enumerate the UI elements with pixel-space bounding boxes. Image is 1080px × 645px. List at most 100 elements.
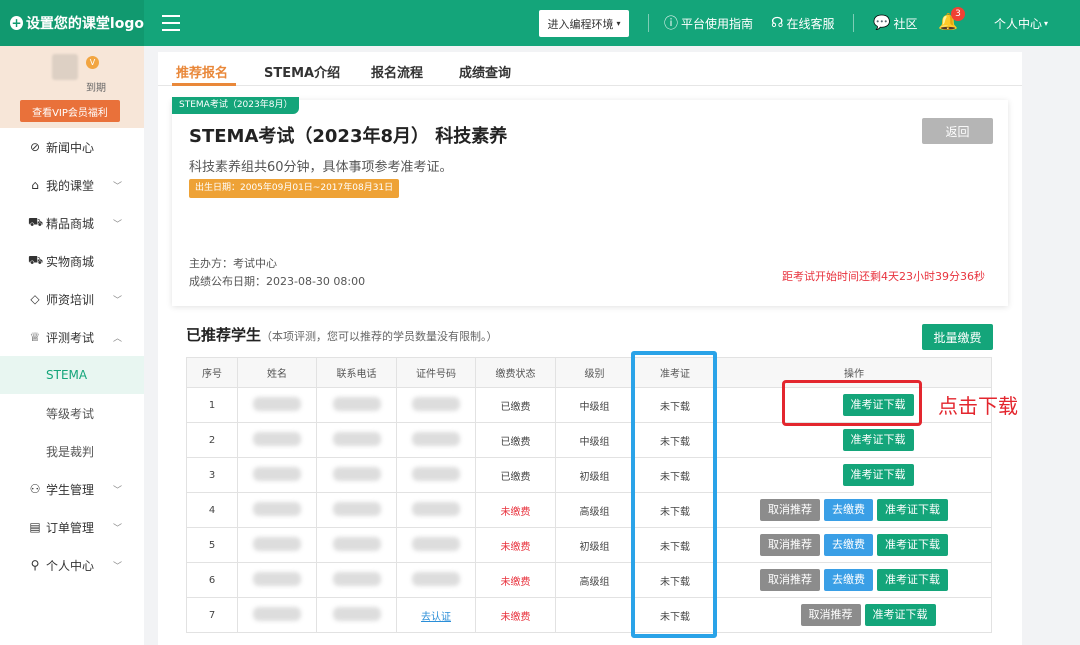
order-icon: ▤ bbox=[29, 520, 41, 534]
pay-status: 已缴费 bbox=[475, 457, 556, 493]
pay-status: 未缴费 bbox=[475, 527, 556, 563]
sidebar-item-grade-exam[interactable]: 等级考试 bbox=[0, 394, 144, 432]
student-name-redacted bbox=[237, 562, 317, 598]
verify-id-link[interactable]: 去认证 bbox=[421, 612, 451, 623]
cart-icon: ⛟ bbox=[28, 253, 44, 267]
col-header: 联系电话 bbox=[316, 357, 397, 388]
online-service-link[interactable]: ☊ 在线客服 bbox=[771, 14, 834, 32]
tab-bar: 推荐报名 STEMA介绍 报名流程 成绩查询 bbox=[158, 52, 1022, 86]
service-label: 在线客服 bbox=[786, 16, 835, 31]
notification-badge: 3 bbox=[951, 7, 965, 21]
guide-label: 平台使用指南 bbox=[681, 16, 754, 31]
level: 初级组 bbox=[555, 457, 634, 493]
row-number: 7 bbox=[186, 597, 238, 633]
download-ticket-button[interactable]: 准考证下载 bbox=[877, 534, 948, 556]
row-number: 1 bbox=[186, 387, 238, 423]
row-actions: 准考证下载 bbox=[716, 422, 992, 458]
tab-signup-process[interactable]: 报名流程 bbox=[371, 62, 423, 81]
active-tab-indicator bbox=[172, 83, 236, 86]
phone-redacted bbox=[316, 457, 397, 493]
table-row: 4 未缴费 高级组 未下载 取消推荐 去缴费 准考证下载 bbox=[186, 492, 992, 528]
go-pay-button[interactable]: 去缴费 bbox=[824, 569, 873, 591]
click-download-annotation: 点击下载 bbox=[938, 394, 1018, 418]
sidebar-item-premium-store[interactable]: ⛟ 精品商城 ﹀ bbox=[0, 204, 144, 242]
cancel-recommend-button[interactable]: 取消推荐 bbox=[760, 534, 820, 556]
id-number-redacted bbox=[396, 492, 476, 528]
cancel-recommend-button[interactable]: 取消推荐 bbox=[800, 604, 861, 626]
tab-recommend[interactable]: 推荐报名 bbox=[176, 62, 228, 81]
cancel-recommend-button[interactable]: 取消推荐 bbox=[760, 569, 820, 591]
sidebar-item-students[interactable]: ⚇ 学生管理 ﹀ bbox=[0, 470, 144, 508]
download-ticket-button[interactable]: 准考证下载 bbox=[877, 569, 948, 591]
chevron-down-icon: ﹀ bbox=[112, 523, 122, 534]
pay-status: 未缴费 bbox=[475, 562, 556, 598]
table-row: 2 已缴费 中级组 未下载 准考证下载 bbox=[186, 422, 992, 458]
phone-redacted bbox=[316, 597, 397, 633]
user-center-label: 个人中心 bbox=[994, 16, 1043, 31]
sidebar-item-news[interactable]: ⊘ 新闻中心 bbox=[0, 128, 144, 166]
logo-text: 设置您的课堂logo bbox=[25, 16, 144, 32]
table-row: 5 未缴费 初级组 未下载 取消推荐 去缴费 准考证下载 bbox=[186, 527, 992, 563]
tab-score-query[interactable]: 成绩查询 bbox=[459, 62, 511, 81]
chevron-down-icon: ﹀ bbox=[112, 485, 122, 496]
exam-description: 科技素养组共60分钟，具体事项参考准考证。 bbox=[189, 160, 453, 175]
enter-coding-env-button[interactable]: 进入编程环境 ▾ bbox=[539, 10, 629, 37]
col-header: 序号 bbox=[186, 357, 238, 388]
vip-expire-text: 到期 bbox=[86, 83, 106, 94]
sidebar-item-goods-store[interactable]: ⛟ 实物商城 bbox=[0, 242, 144, 280]
compass-icon: ⊘ bbox=[29, 140, 41, 154]
batch-pay-button[interactable]: 批量缴费 bbox=[922, 324, 993, 350]
sidebar-item-referee[interactable]: 我是裁判 bbox=[0, 432, 144, 470]
col-header: 姓名 bbox=[237, 357, 317, 388]
header-divider bbox=[648, 14, 649, 32]
community-link[interactable]: 💬 社区 bbox=[873, 14, 917, 32]
platform-guide-link[interactable]: ⓘ 平台使用指南 bbox=[664, 14, 753, 32]
col-header: 级别 bbox=[555, 357, 634, 388]
chevron-down-icon: ﹀ bbox=[112, 561, 122, 572]
download-ticket-button[interactable]: 准考证下载 bbox=[842, 429, 914, 451]
download-ticket-button[interactable]: 准考证下载 bbox=[864, 604, 936, 626]
table-row: 3 已缴费 初级组 未下载 准考证下载 bbox=[186, 457, 992, 493]
student-name-redacted bbox=[237, 387, 317, 423]
vip-benefits-button[interactable]: 查看VIP会员福利 bbox=[20, 100, 120, 122]
go-pay-button[interactable]: 去缴费 bbox=[824, 534, 873, 556]
table-row: 6 未缴费 高级组 未下载 取消推荐 去缴费 准考证下载 bbox=[186, 562, 992, 598]
sidebar-item-stema[interactable]: STEMA bbox=[0, 356, 144, 394]
caret-down-icon: ▾ bbox=[1044, 18, 1049, 28]
download-ticket-button[interactable]: 准考证下载 bbox=[842, 464, 914, 486]
pay-status: 已缴费 bbox=[475, 387, 556, 423]
level: 中级组 bbox=[555, 387, 634, 423]
go-pay-button[interactable]: 去缴费 bbox=[824, 499, 873, 521]
sidebar-item-teacher-training[interactable]: ◇ 师资培训 ﹀ bbox=[0, 280, 144, 318]
sidebar-item-my-class[interactable]: ⌂ 我的课堂 ﹀ bbox=[0, 166, 144, 204]
cart-icon: ⛟ bbox=[28, 215, 44, 229]
logo[interactable]: + 设置您的课堂logo bbox=[0, 0, 144, 46]
level: 初级组 bbox=[555, 527, 634, 563]
publish-date-text: 成绩公布日期：2023-08-30 08:00 bbox=[189, 275, 366, 288]
sidebar-item-profile[interactable]: ⚲ 个人中心 ﹀ bbox=[0, 546, 144, 584]
pay-status: 已缴费 bbox=[475, 422, 556, 458]
exam-card: STEMA考试（2023年8月） STEMA考试（2023年8月） 科技素养 返… bbox=[172, 97, 1008, 306]
level: 中级组 bbox=[555, 422, 634, 458]
row-number: 5 bbox=[186, 527, 238, 563]
top-bar: + 设置您的课堂logo 进入编程环境 ▾ ⓘ 平台使用指南 ☊ 在线客服 💬 … bbox=[0, 0, 1080, 46]
user-center-menu[interactable]: 个人中心 ▾ bbox=[994, 14, 1048, 32]
home-icon: ⌂ bbox=[31, 178, 39, 192]
cancel-recommend-button[interactable]: 取消推荐 bbox=[760, 499, 820, 521]
phone-redacted bbox=[316, 562, 397, 598]
row-actions: 取消推荐 准考证下载 bbox=[716, 597, 992, 633]
tab-stema-intro[interactable]: STEMA介绍 bbox=[264, 62, 340, 81]
menu-toggle-icon[interactable] bbox=[162, 15, 180, 31]
chevron-down-icon: ﹀ bbox=[112, 219, 122, 230]
level: 高级组 bbox=[555, 492, 634, 528]
sidebar-item-orders[interactable]: ▤ 订单管理 ﹀ bbox=[0, 508, 144, 546]
col-header: 证件号码 bbox=[396, 357, 476, 388]
download-ticket-button[interactable]: 准考证下载 bbox=[877, 499, 948, 521]
headset-icon: ☊ bbox=[771, 15, 784, 31]
student-name-redacted bbox=[237, 492, 317, 528]
back-button[interactable]: 返回 bbox=[922, 118, 993, 144]
sidebar: V 到期 查看VIP会员福利 ⊘ 新闻中心 ⌂ 我的课堂 ﹀ ⛟ 精品商城 ﹀ ⛟ 实物商城… bbox=[0, 46, 144, 645]
exam-tag: STEMA考试（2023年8月） bbox=[172, 97, 300, 114]
birth-range-badge: 出生日期：2005年09月01日~2017年08月31日 bbox=[189, 179, 400, 198]
sidebar-item-assessment[interactable]: ♕ 评测考试 ︿ bbox=[0, 318, 144, 356]
